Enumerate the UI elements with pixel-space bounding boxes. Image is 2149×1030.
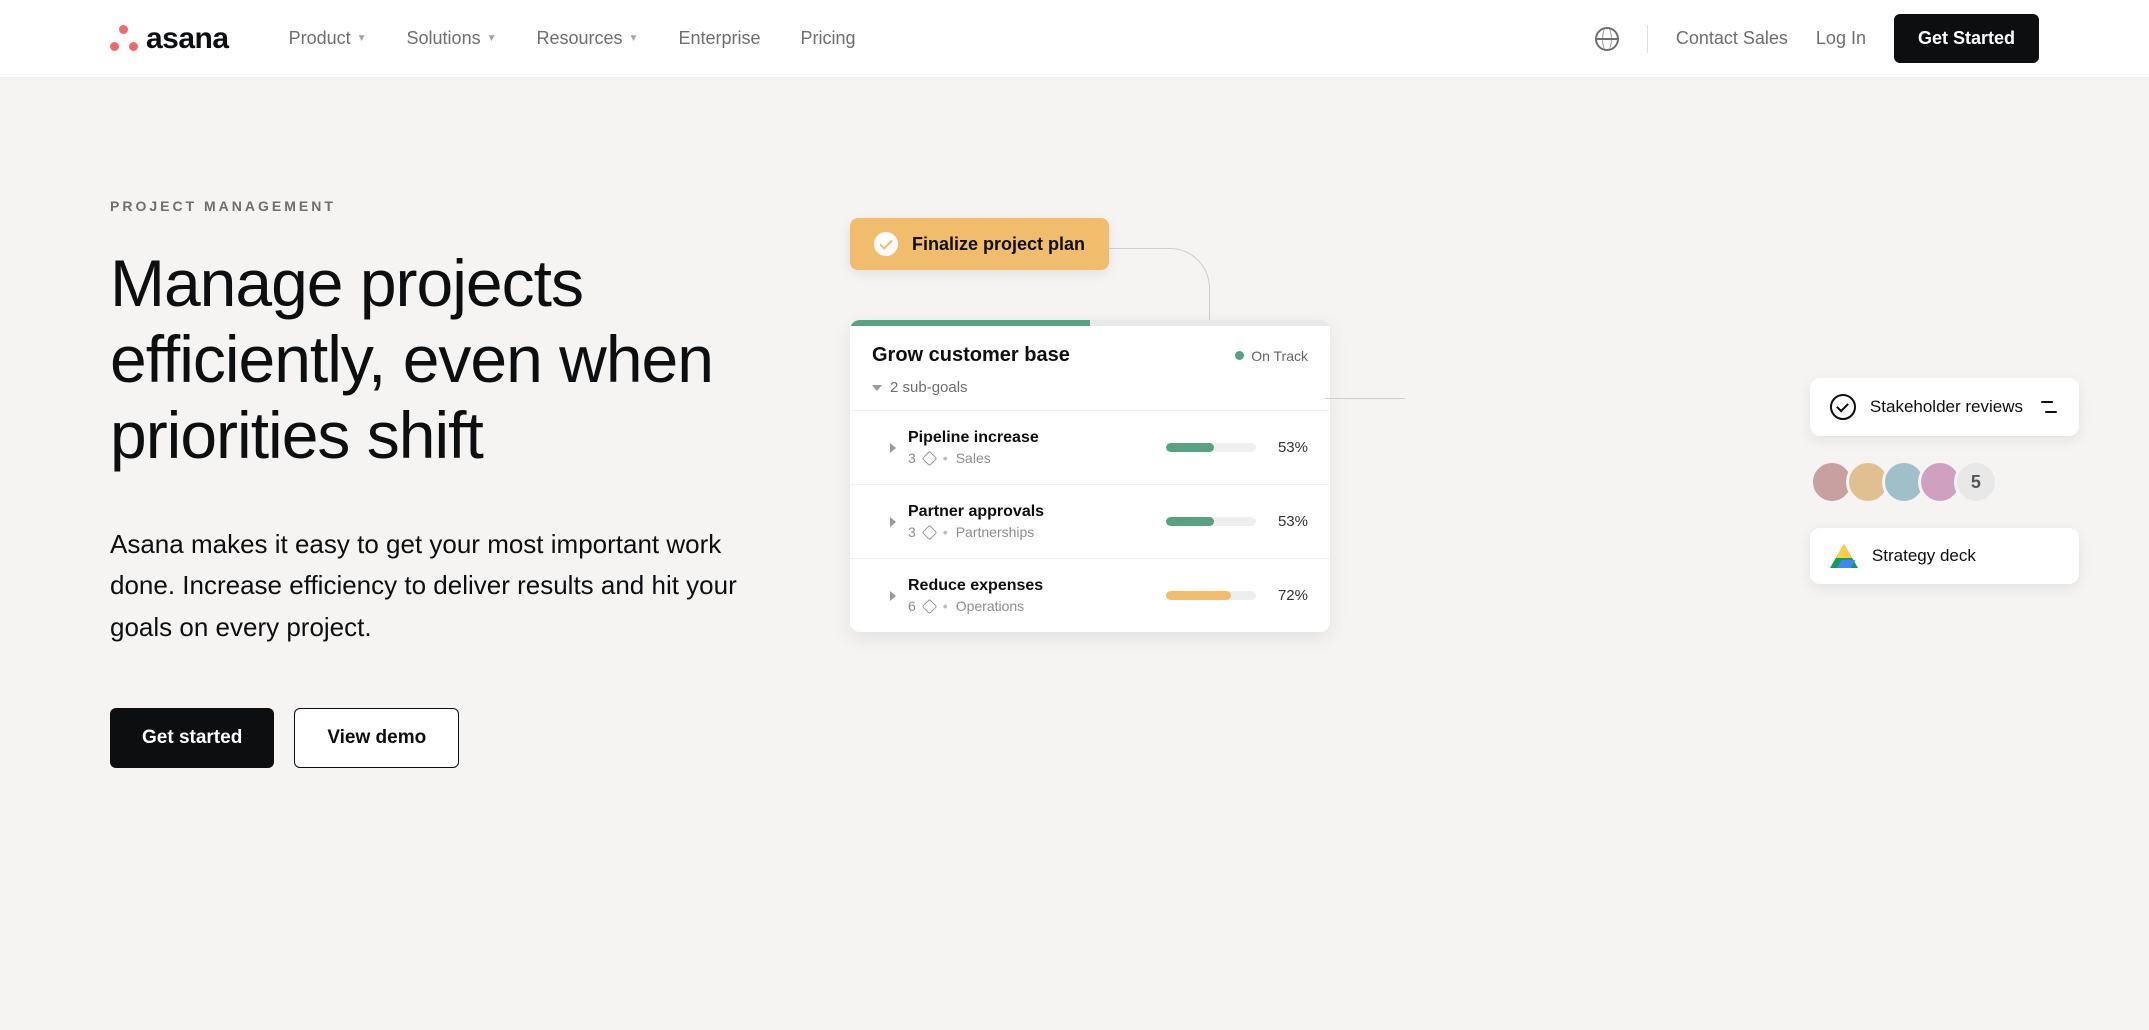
check-circle-icon [874, 232, 898, 256]
subgoal-meta: 3 • Partnerships [908, 524, 1154, 540]
subgoal-count: 6 [908, 598, 916, 614]
subgoal-count: 3 [908, 524, 916, 540]
subgoal-dept: Operations [956, 598, 1024, 614]
view-demo-button[interactable]: View demo [294, 708, 459, 768]
chevron-down-icon: ▼ [357, 33, 367, 44]
hero-title: Manage projects efficiently, even when p… [110, 246, 790, 474]
subgoal-row: Pipeline increase 3 • Sales 53% [850, 410, 1330, 484]
nav-product-label: Product [289, 28, 351, 49]
subgoal-progress [1166, 443, 1256, 452]
subgoal-list: Pipeline increase3•Sales53%Partner appro… [850, 410, 1330, 632]
nav-pricing-label: Pricing [801, 28, 856, 49]
triangle-right-icon [890, 443, 896, 453]
hero-illustration: Finalize project plan Grow customer base… [850, 198, 2039, 768]
logo-icon [110, 25, 138, 53]
subgoal-meta: 6 • Operations [908, 598, 1154, 614]
site-header: asana Product ▼ Solutions ▼ Resources ▼ Ent… [0, 0, 2149, 78]
subgoal-progress-fill [1166, 517, 1214, 526]
subgoals-toggle-label: 2 sub-goals [890, 379, 968, 396]
subgoal-progress-fill [1166, 591, 1231, 600]
subgoal-row: Reduce expenses 6 • Operations 72% [850, 558, 1330, 632]
avatar-stack: 5 [1810, 456, 2079, 508]
subgoal-name: Reduce expenses [908, 577, 1154, 595]
stakeholder-reviews-card: Stakeholder reviews [1810, 378, 2079, 436]
subgoal-row: Partner approvals 3 • Partnerships 53% [850, 484, 1330, 558]
subgoal-body: Partner approvals 3 • Partnerships [908, 503, 1154, 540]
nav-solutions[interactable]: Solutions ▼ [407, 28, 497, 49]
chevron-down-icon: ▼ [629, 33, 639, 44]
task-pill-label: Finalize project plan [912, 234, 1085, 255]
nav-solutions-label: Solutions [407, 28, 481, 49]
subgoal-progress-fill [1166, 443, 1214, 452]
stakeholder-reviews-label: Stakeholder reviews [1870, 397, 2023, 417]
get-started-button[interactable]: Get Started [1894, 14, 2039, 63]
nav-product[interactable]: Product ▼ [289, 28, 367, 49]
goal-title: Grow customer base [872, 344, 1070, 367]
task-pill: Finalize project plan [850, 218, 1109, 270]
milestone-icon [922, 598, 938, 614]
eyebrow: PROJECT MANAGEMENT [110, 198, 790, 214]
subtask-icon [2037, 399, 2059, 415]
milestone-icon [922, 524, 938, 540]
side-cards: Stakeholder reviews 5 Strategy deck [1810, 378, 2079, 584]
separator-dot: • [943, 524, 948, 540]
subgoal-meta: 3 • Sales [908, 450, 1154, 466]
contact-sales-link[interactable]: Contact Sales [1676, 28, 1788, 49]
separator-dot: • [943, 598, 948, 614]
subgoal-count: 3 [908, 450, 916, 466]
nav-enterprise-label: Enterprise [678, 28, 760, 49]
strategy-deck-card: Strategy deck [1810, 528, 2079, 584]
main-nav: Product ▼ Solutions ▼ Resources ▼ Enterpris… [289, 28, 856, 49]
globe-icon[interactable] [1595, 27, 1619, 51]
hero-ctas: Get started View demo [110, 708, 790, 768]
avatar-more: 5 [1954, 460, 1998, 504]
triangle-right-icon [890, 517, 896, 527]
login-link[interactable]: Log In [1816, 28, 1866, 49]
brand-logo[interactable]: asana [110, 22, 229, 56]
strategy-deck-label: Strategy deck [1872, 546, 1976, 566]
subgoal-name: Pipeline increase [908, 429, 1154, 447]
google-drive-icon [1830, 544, 1858, 568]
subgoal-percent: 72% [1268, 587, 1308, 604]
nav-enterprise[interactable]: Enterprise [678, 28, 760, 49]
status-dot-icon [1235, 351, 1244, 360]
triangle-down-icon [872, 385, 882, 391]
separator-dot: • [943, 450, 948, 466]
nav-resources-label: Resources [537, 28, 623, 49]
nav-pricing[interactable]: Pricing [801, 28, 856, 49]
header-right: Contact Sales Log In Get Started [1595, 14, 2039, 63]
hero-section: PROJECT MANAGEMENT Manage projects effic… [0, 78, 2149, 828]
triangle-right-icon [890, 591, 896, 601]
subgoal-percent: 53% [1268, 513, 1308, 530]
check-circle-outline-icon [1830, 394, 1856, 420]
subgoal-body: Pipeline increase 3 • Sales [908, 429, 1154, 466]
goal-header: Grow customer base On Track [850, 326, 1330, 373]
hero-subtitle: Asana makes it easy to get your most imp… [110, 524, 790, 649]
status-label: On Track [1251, 348, 1308, 364]
subgoal-dept: Partnerships [956, 524, 1035, 540]
hero-get-started-button[interactable]: Get started [110, 708, 274, 768]
nav-resources[interactable]: Resources ▼ [537, 28, 639, 49]
milestone-icon [922, 450, 938, 466]
hero-copy: PROJECT MANAGEMENT Manage projects effic… [110, 198, 790, 768]
connector-line-2 [1325, 398, 1405, 399]
goal-card: Grow customer base On Track 2 sub-goals … [850, 320, 1330, 632]
status-badge: On Track [1235, 348, 1308, 364]
subgoal-name: Partner approvals [908, 503, 1154, 521]
subgoal-progress [1166, 517, 1256, 526]
subgoal-body: Reduce expenses 6 • Operations [908, 577, 1154, 614]
brand-name: asana [146, 22, 229, 56]
subgoal-percent: 53% [1268, 439, 1308, 456]
subgoal-dept: Sales [956, 450, 991, 466]
divider [1647, 25, 1648, 53]
subgoals-toggle[interactable]: 2 sub-goals [850, 373, 1330, 410]
chevron-down-icon: ▼ [487, 33, 497, 44]
subgoal-progress [1166, 591, 1256, 600]
